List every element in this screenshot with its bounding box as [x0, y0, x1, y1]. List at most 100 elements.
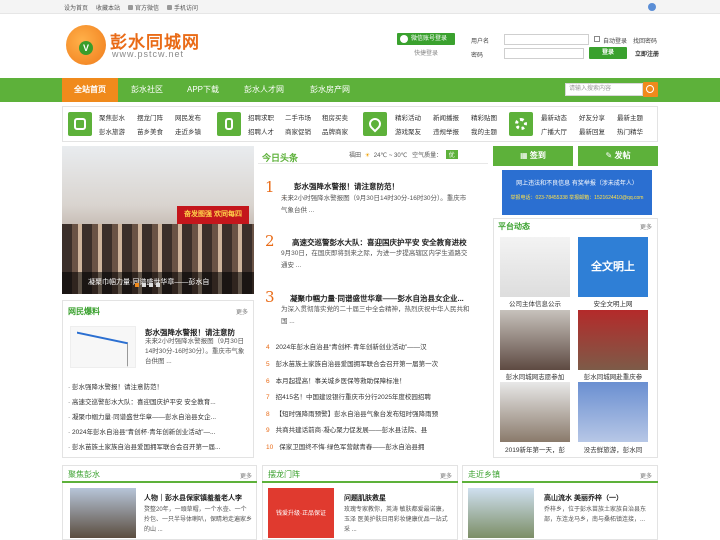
- more-link[interactable]: 更多: [236, 307, 248, 316]
- globe-icon[interactable]: [648, 3, 656, 11]
- focus-title[interactable]: 人物｜彭水县保家镇羞羞老人李: [144, 493, 242, 503]
- mobile-link[interactable]: 手机访问: [167, 3, 198, 12]
- cat-hire[interactable]: 招聘人才: [248, 126, 274, 136]
- new-post-button[interactable]: ✎ 发帖: [578, 146, 658, 166]
- cat-latest[interactable]: 最新动态: [541, 112, 567, 122]
- list-item[interactable]: 10 保家卫国终不悔·绿色军营献青春——彭水自治县拥: [266, 441, 488, 451]
- netizen-map-image[interactable]: [70, 326, 136, 368]
- thumb-caption[interactable]: 彭水同城网志愿参加: [500, 371, 570, 381]
- list-item[interactable]: 9 共商共建话前商·凝心聚力促发展——彭水县法院、县: [266, 424, 488, 434]
- cat-pics[interactable]: 精彩贴图: [471, 112, 497, 122]
- cat-news[interactable]: 新闻播报: [433, 112, 459, 122]
- cat-events[interactable]: 精彩活动: [395, 112, 421, 122]
- login-button[interactable]: 登录: [589, 47, 627, 59]
- headline-title[interactable]: 凝聚巾帼力量·同谱盛世华章——彭水自治县女企业...: [290, 293, 464, 304]
- thumb-up-icon: [68, 112, 92, 136]
- cat-focus[interactable]: 聚焦彭水: [99, 112, 125, 122]
- list-item[interactable]: · 2024年彭水自治县“青创杯·青年创新创业活动”—...: [68, 426, 250, 436]
- bookmark-link[interactable]: 收藏本站: [96, 3, 120, 12]
- cat-my-topics[interactable]: 我的主题: [471, 126, 497, 136]
- slide-dot[interactable]: [149, 283, 153, 287]
- cat-secondhand[interactable]: 二手市场: [285, 112, 311, 122]
- list-item[interactable]: 5 彭水苗族土家族自治县爱国拥军联合会召开第一届第一次: [266, 358, 488, 368]
- sign-in-button[interactable]: ▦ 签到: [493, 146, 573, 166]
- list-item[interactable]: 6 本月起提高！事关城乡医保等救助保障标准！: [266, 375, 488, 385]
- list-item[interactable]: 4 2024年彭水自治县“青创杯·青年创新创业活动”——汉: [266, 341, 488, 351]
- slide-dot[interactable]: [142, 283, 146, 287]
- list-item[interactable]: · 彭水苗族土家族自治县爱国拥军联合会召开第一届...: [68, 441, 250, 451]
- report-notice-banner[interactable]: 网上违法和不良信息 有奖举报（涉未成年人） 举报电话：023-78455338 …: [502, 170, 652, 215]
- nav-app-download[interactable]: APP下载: [178, 78, 228, 102]
- thumb-caption[interactable]: 彭水同城网赴重庆参: [578, 371, 648, 381]
- cat-report[interactable]: 违规举报: [433, 126, 459, 136]
- more-link[interactable]: 更多: [640, 222, 652, 231]
- report-notice-title: 网上违法和不良信息 有奖举报（涉未成年人）: [516, 181, 638, 187]
- auto-login-checkbox[interactable]: [594, 36, 600, 42]
- list-text: 【短时强降雨预警】彭水自治县气象台发布短时强降雨预: [275, 411, 439, 418]
- thumb-image[interactable]: [578, 310, 648, 370]
- list-item[interactable]: · 彭水强降水警报！请注意防范！: [68, 381, 250, 391]
- slide-dot[interactable]: [156, 283, 160, 287]
- nav-talent[interactable]: 彭水人才网: [234, 78, 294, 102]
- thumb-caption[interactable]: 安全文明上网: [578, 298, 648, 308]
- cat-games[interactable]: 游戏聚友: [395, 126, 421, 136]
- thumb-image[interactable]: [500, 237, 570, 297]
- cat-brands[interactable]: 品牌商家: [322, 126, 348, 136]
- thumb-caption[interactable]: 没去鲜旅游，彭水同: [578, 444, 648, 454]
- thumb-image[interactable]: [500, 382, 570, 442]
- headline-title[interactable]: 高速交巡警彭水大队：喜迎国庆护平安 安全教育进校: [292, 237, 467, 248]
- username-input[interactable]: [504, 34, 589, 45]
- mobile-icon: [167, 5, 173, 10]
- site-url: www.pstcw.net: [112, 49, 185, 59]
- banner-slideshow[interactable]: 奋发图强 欢同每四 凝聚巾帼力量·同谱盛世华章——彭水自: [62, 146, 254, 294]
- chat-title[interactable]: 问题肌肤救星: [344, 493, 386, 503]
- slide-dot[interactable]: [135, 283, 139, 287]
- official-wechat-link[interactable]: 官方微信: [128, 3, 159, 12]
- cat-netizen[interactable]: 网民发布: [175, 112, 201, 122]
- thumb-image[interactable]: 全文明上: [578, 237, 648, 297]
- cat-rent[interactable]: 租房买卖: [322, 112, 348, 122]
- towns-title[interactable]: 高山流水 美丽乔梓（一）: [544, 493, 623, 503]
- nav-home[interactable]: 全站首页: [62, 78, 118, 102]
- more-link[interactable]: 更多: [440, 471, 452, 480]
- wechat-login-button[interactable]: 微信账号登录: [397, 33, 455, 45]
- register-link[interactable]: 立即注册: [635, 49, 659, 58]
- thumb-caption[interactable]: 公司主体信息公示: [500, 298, 570, 308]
- cat-new-replies[interactable]: 最新回复: [579, 126, 605, 136]
- search-icon[interactable]: [643, 82, 658, 97]
- cat-new-topics[interactable]: 最新主题: [617, 112, 643, 122]
- cat-chat[interactable]: 摆龙门阵: [137, 112, 163, 122]
- list-item[interactable]: · 凝聚巾帼力量·同谱盛世华章——彭水自治县女企...: [68, 411, 250, 421]
- set-homepage-link[interactable]: 设为首页: [64, 3, 88, 12]
- thumb-image[interactable]: [578, 382, 648, 442]
- chat-image[interactable]: 钱爱升级·正品保证: [268, 488, 334, 538]
- headline-desc: 为深入贯彻落实党的二十届三中全会精神，热烈庆祝中华人民共和国 ...: [281, 306, 470, 325]
- nav-realestate[interactable]: 彭水房产网: [300, 78, 360, 102]
- thumb-caption[interactable]: 2019新年第一天，彭: [500, 444, 570, 454]
- cat-hot[interactable]: 热门精华: [617, 126, 643, 136]
- list-number: 7: [266, 394, 270, 401]
- headline-title[interactable]: 彭水强降水警报！请注意防范！: [294, 181, 399, 192]
- cat-jobs[interactable]: 招聘求职: [248, 112, 274, 122]
- location-pin-icon: [363, 112, 387, 136]
- thumb-image[interactable]: [500, 310, 570, 370]
- more-link[interactable]: 更多: [640, 471, 652, 480]
- towns-image[interactable]: [468, 488, 534, 538]
- list-item[interactable]: · 高速交巡警彭水大队：喜迎国庆护平安 安全教育...: [68, 396, 250, 406]
- list-item[interactable]: 8 【短时强降雨预警】彭水自治县气象台发布短时强降雨预: [266, 408, 488, 418]
- logo-icon[interactable]: V: [66, 25, 106, 65]
- cat-share[interactable]: 好友分享: [579, 112, 605, 122]
- cat-food[interactable]: 苗乡美食: [137, 126, 163, 136]
- list-item[interactable]: 7 招415名！中国建设银行重庆市分行2025年度校园招聘: [266, 391, 488, 401]
- cat-promo[interactable]: 商家促销: [285, 126, 311, 136]
- focus-image[interactable]: [70, 488, 136, 538]
- more-link[interactable]: 更多: [240, 471, 252, 480]
- cat-broadcast[interactable]: 广播大厅: [541, 126, 567, 136]
- password-input[interactable]: [504, 48, 584, 59]
- official-wechat-label: 官方微信: [135, 6, 160, 12]
- cat-towns[interactable]: 走近乡镇: [175, 126, 201, 136]
- nav-community[interactable]: 彭水社区: [122, 78, 172, 102]
- cat-travel[interactable]: 彭水旅游: [99, 126, 125, 136]
- find-password-link[interactable]: 找回密码: [633, 36, 657, 45]
- search-input[interactable]: 请输入搜索内容: [565, 83, 643, 96]
